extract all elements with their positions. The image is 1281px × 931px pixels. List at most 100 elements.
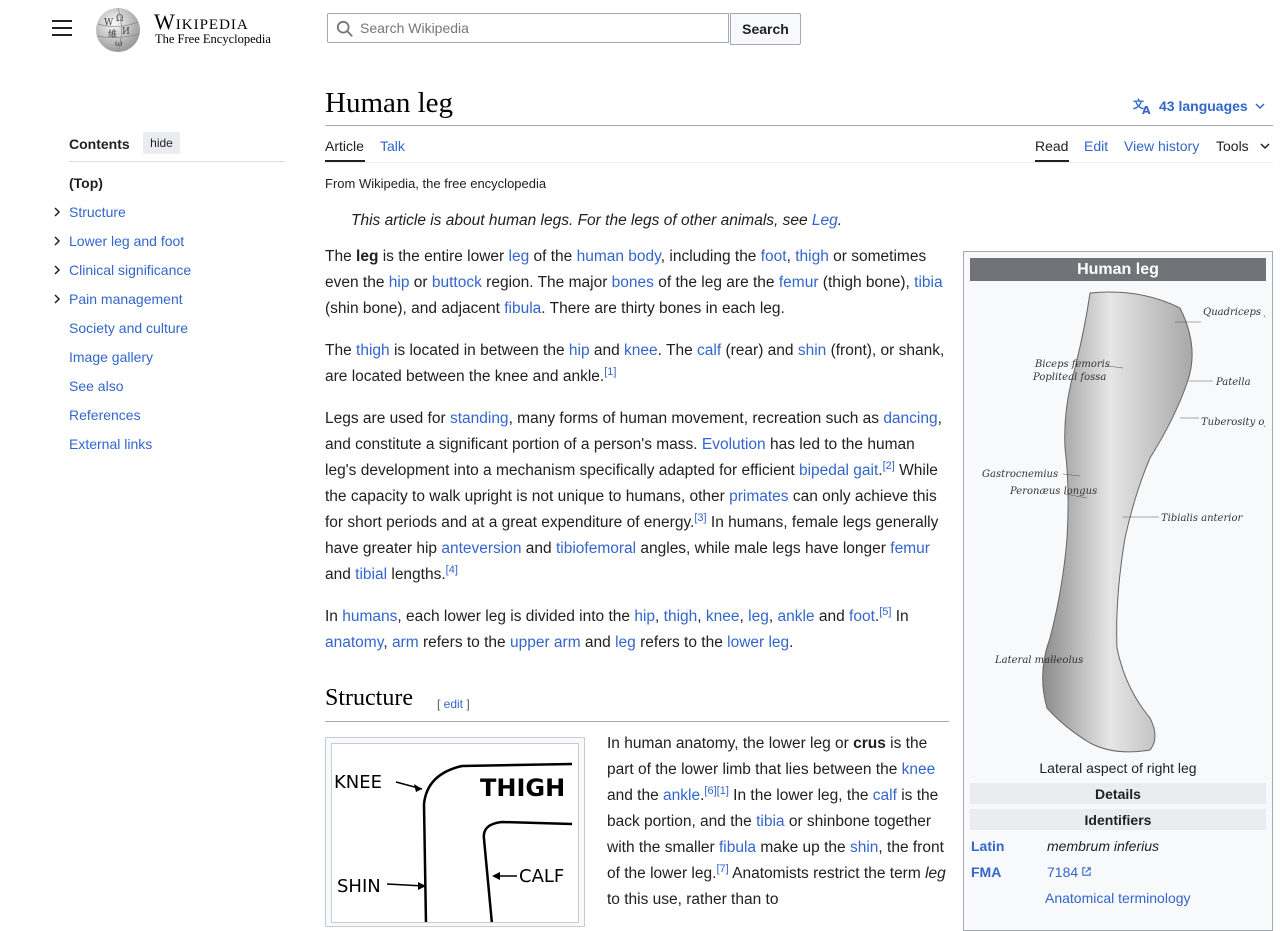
link[interactable]: fibula [719,839,756,856]
link[interactable]: standing [450,410,509,427]
link[interactable]: leg [615,634,636,651]
chevron-right-icon[interactable] [52,265,62,275]
toc-item[interactable]: Lower leg and foot [69,233,184,249]
citation[interactable]: [7] [716,863,728,875]
chevron-down-icon [1255,103,1265,110]
chevron-right-icon[interactable] [52,236,62,246]
citation[interactable]: [5] [879,606,891,618]
toc-item[interactable]: External links [69,436,152,452]
link[interactable]: ankle [777,608,814,625]
infobox-fma-link[interactable]: 7184 [1047,864,1092,880]
figure-label-tuberosity: Tuberosity of tibia [1201,417,1265,428]
link[interactable]: knee [624,342,658,359]
link[interactable]: femur [779,274,819,291]
infobox-leg-image[interactable]: Quadriceps femoris Biceps femoris Poplit… [975,288,1265,760]
anatomical-terminology-link[interactable]: Anatomical terminology [1045,890,1191,906]
search-input[interactable] [360,14,720,42]
translate-icon: 文 A [1133,97,1151,115]
link[interactable]: arm [392,634,419,651]
link[interactable]: tibia [756,813,784,830]
infobox-latin-value: membrum inferius [1047,838,1160,854]
link[interactable]: tibiofemoral [556,540,636,557]
toc-item[interactable]: See also [69,378,123,394]
link[interactable]: Evolution [702,436,766,453]
infobox-fma-label[interactable]: FMA [971,864,1001,880]
toc-title: Contents [69,136,130,152]
link[interactable]: knee [902,761,936,778]
section-edit-link[interactable]: [ edit ] [437,697,470,711]
citation[interactable]: [4] [446,564,458,576]
link[interactable]: leg [509,248,530,265]
figure-label-patella: Patella [1215,377,1251,388]
main-menu-button[interactable] [52,20,72,38]
chevron-down-icon [1260,143,1270,150]
link[interactable]: leg [748,608,769,625]
toc-hide-button[interactable]: hide [143,132,180,154]
link[interactable]: humans [342,608,397,625]
link[interactable]: primates [729,488,788,505]
link[interactable]: femur [890,540,930,557]
link[interactable]: anatomy [325,634,383,651]
link[interactable]: foot [849,608,875,625]
leg-diagram-image[interactable]: KNEE THIGH SHIN CALF [331,743,579,923]
citation[interactable]: [3] [694,512,706,524]
link[interactable]: lower leg [727,634,789,651]
link[interactable]: fibula [504,300,541,317]
hatnote-link[interactable]: Leg [812,212,838,229]
tab-read[interactable]: Read [1035,138,1068,154]
link[interactable]: tibial [355,566,387,583]
link[interactable]: upper arm [510,634,581,651]
edit-link[interactable]: edit [444,697,463,711]
link[interactable]: anteversion [441,540,521,557]
toc-item[interactable]: (Top) [69,175,103,191]
figure-label-peronaeus: Peronæus longus [1009,486,1097,497]
link[interactable]: human body [577,248,661,265]
toc-item[interactable]: Structure [69,204,126,220]
chevron-right-icon[interactable] [52,207,62,217]
link[interactable]: calf [873,787,897,804]
link[interactable]: ankle [663,787,700,804]
link[interactable]: shin [850,839,878,856]
link[interactable]: thigh [664,608,698,625]
toc-item[interactable]: Society and culture [69,320,188,336]
chevron-right-icon[interactable] [52,294,62,304]
link[interactable]: dancing [883,410,937,427]
toc-item[interactable]: Image gallery [69,349,153,365]
citation[interactable]: [1] [717,785,729,797]
toc-item[interactable]: Pain management [69,291,183,307]
language-selector-button[interactable]: 文 A 43 languages [1133,97,1266,115]
citation[interactable]: [2] [883,460,895,472]
hatnote: This article is about human legs. For th… [351,212,843,229]
toc-item[interactable]: Clinical significance [69,262,191,278]
toc-item[interactable]: References [69,407,141,423]
svg-text:ω: ω [115,39,122,49]
tab-talk[interactable]: Talk [380,138,405,154]
link[interactable]: thigh [356,342,390,359]
link[interactable]: knee [706,608,740,625]
link[interactable]: thigh [795,248,829,265]
citation[interactable]: [1] [604,366,616,378]
tab-edit[interactable]: Edit [1084,138,1108,154]
figure-label-malleolus: Lateral malleolus [994,655,1083,666]
link[interactable]: shin [798,342,826,359]
tab-view-history[interactable]: View history [1124,138,1199,154]
paragraph-intro: The leg is the entire lower leg of the h… [325,248,943,317]
infobox-caption: Lateral aspect of right leg [1039,760,1197,776]
tools-menu[interactable]: Tools [1216,138,1271,154]
link[interactable]: foot [761,248,787,265]
infobox-latin-label[interactable]: Latin [971,838,1004,854]
tab-article[interactable]: Article [325,138,364,154]
link[interactable]: tibia [914,274,942,291]
link[interactable]: hip [569,342,590,359]
wikipedia-globe-logo[interactable]: W Ω維 Иω [93,6,143,53]
citation[interactable]: [6] [704,785,716,797]
link[interactable]: buttock [432,274,482,291]
leg-outline-diagram: KNEE THIGH SHIN CALF [334,762,573,922]
link[interactable]: hip [389,274,410,291]
link[interactable]: hip [634,608,655,625]
infobox-details-header[interactable]: Details [970,783,1266,804]
link[interactable]: bipedal gait [799,462,878,479]
search-button[interactable]: Search [730,13,801,45]
link[interactable]: calf [697,342,721,359]
link[interactable]: bones [612,274,654,291]
